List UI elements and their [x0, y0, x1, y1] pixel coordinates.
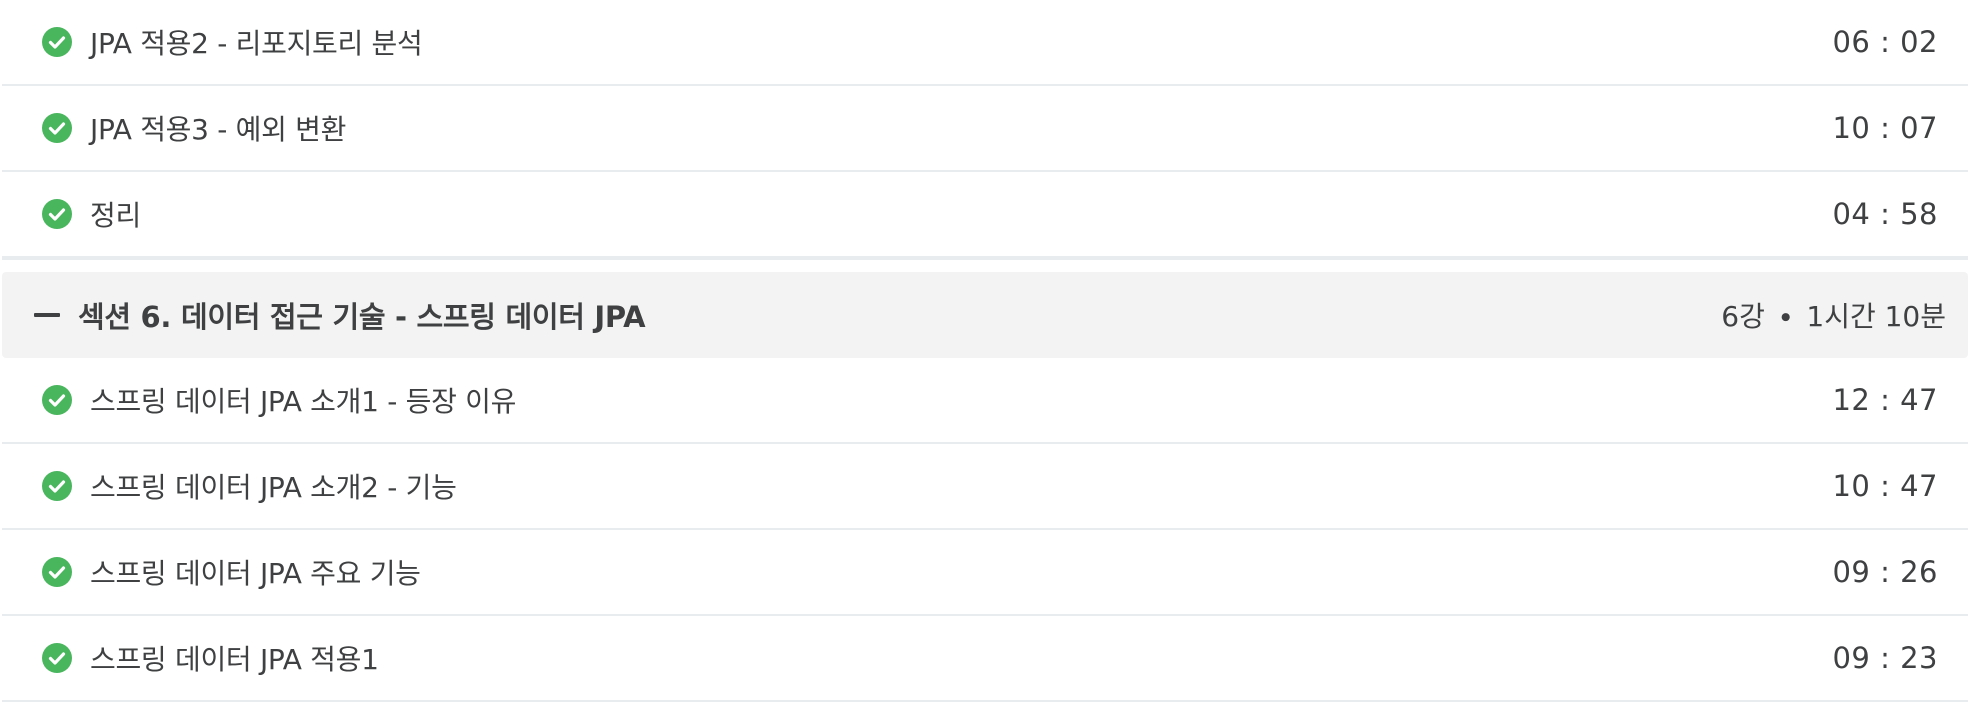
check-circle-icon	[42, 113, 72, 143]
check-circle-icon	[42, 27, 72, 57]
section-header[interactable]: 섹션 6. 데이터 접근 기술 - 스프링 데이터 JPA 6강 ∙ 1시간 10분	[2, 272, 1968, 358]
lecture-row[interactable]: 스프링 데이터 JPA 적용1 09 : 23	[2, 616, 1968, 702]
section-meta: 6강 ∙ 1시간 10분	[1721, 295, 1946, 335]
section-divider	[2, 258, 1968, 272]
section-total-time: 1시간 10분	[1806, 300, 1946, 333]
section-lecture-count: 6강	[1721, 300, 1765, 333]
lecture-title: 스프링 데이터 JPA 주요 기능	[90, 557, 421, 590]
curriculum-list: JPA 적용2 - 리포지토리 분석 06 : 02 JPA 적용3 - 예외 …	[2, 0, 1968, 702]
check-circle-icon	[42, 557, 72, 587]
lecture-title: JPA 적용2 - 리포지토리 분석	[90, 27, 423, 60]
lecture-row[interactable]: JPA 적용3 - 예외 변환 10 : 07	[2, 86, 1968, 172]
lecture-row[interactable]: 스프링 데이터 JPA 소개1 - 등장 이유 12 : 47	[2, 358, 1968, 444]
minus-icon[interactable]	[34, 313, 60, 317]
section-title: 섹션 6. 데이터 접근 기술 - 스프링 데이터 JPA	[78, 300, 646, 334]
lecture-title: 스프링 데이터 JPA 소개2 - 기능	[90, 471, 457, 504]
lecture-row[interactable]: 스프링 데이터 JPA 주요 기능 09 : 26	[2, 530, 1968, 616]
lecture-duration: 10 : 07	[1832, 111, 1938, 145]
lecture-duration: 04 : 58	[1832, 197, 1938, 231]
check-circle-icon	[42, 471, 72, 501]
lecture-row[interactable]: 정리 04 : 58	[2, 172, 1968, 258]
check-circle-icon	[42, 643, 72, 673]
lecture-row[interactable]: JPA 적용2 - 리포지토리 분석 06 : 02	[2, 0, 1968, 86]
lecture-duration: 09 : 23	[1832, 641, 1938, 675]
check-circle-icon	[42, 199, 72, 229]
meta-separator: ∙	[1776, 300, 1795, 333]
lecture-row[interactable]: 스프링 데이터 JPA 소개2 - 기능 10 : 47	[2, 444, 1968, 530]
lecture-duration: 06 : 02	[1832, 25, 1938, 59]
lecture-duration: 09 : 26	[1832, 555, 1938, 589]
check-circle-icon	[42, 385, 72, 415]
lecture-duration: 12 : 47	[1832, 383, 1938, 417]
lecture-title: JPA 적용3 - 예외 변환	[90, 113, 347, 146]
lecture-title: 정리	[90, 199, 141, 232]
lecture-title: 스프링 데이터 JPA 소개1 - 등장 이유	[90, 385, 517, 418]
lecture-duration: 10 : 47	[1832, 469, 1938, 503]
lecture-title: 스프링 데이터 JPA 적용1	[90, 643, 379, 676]
